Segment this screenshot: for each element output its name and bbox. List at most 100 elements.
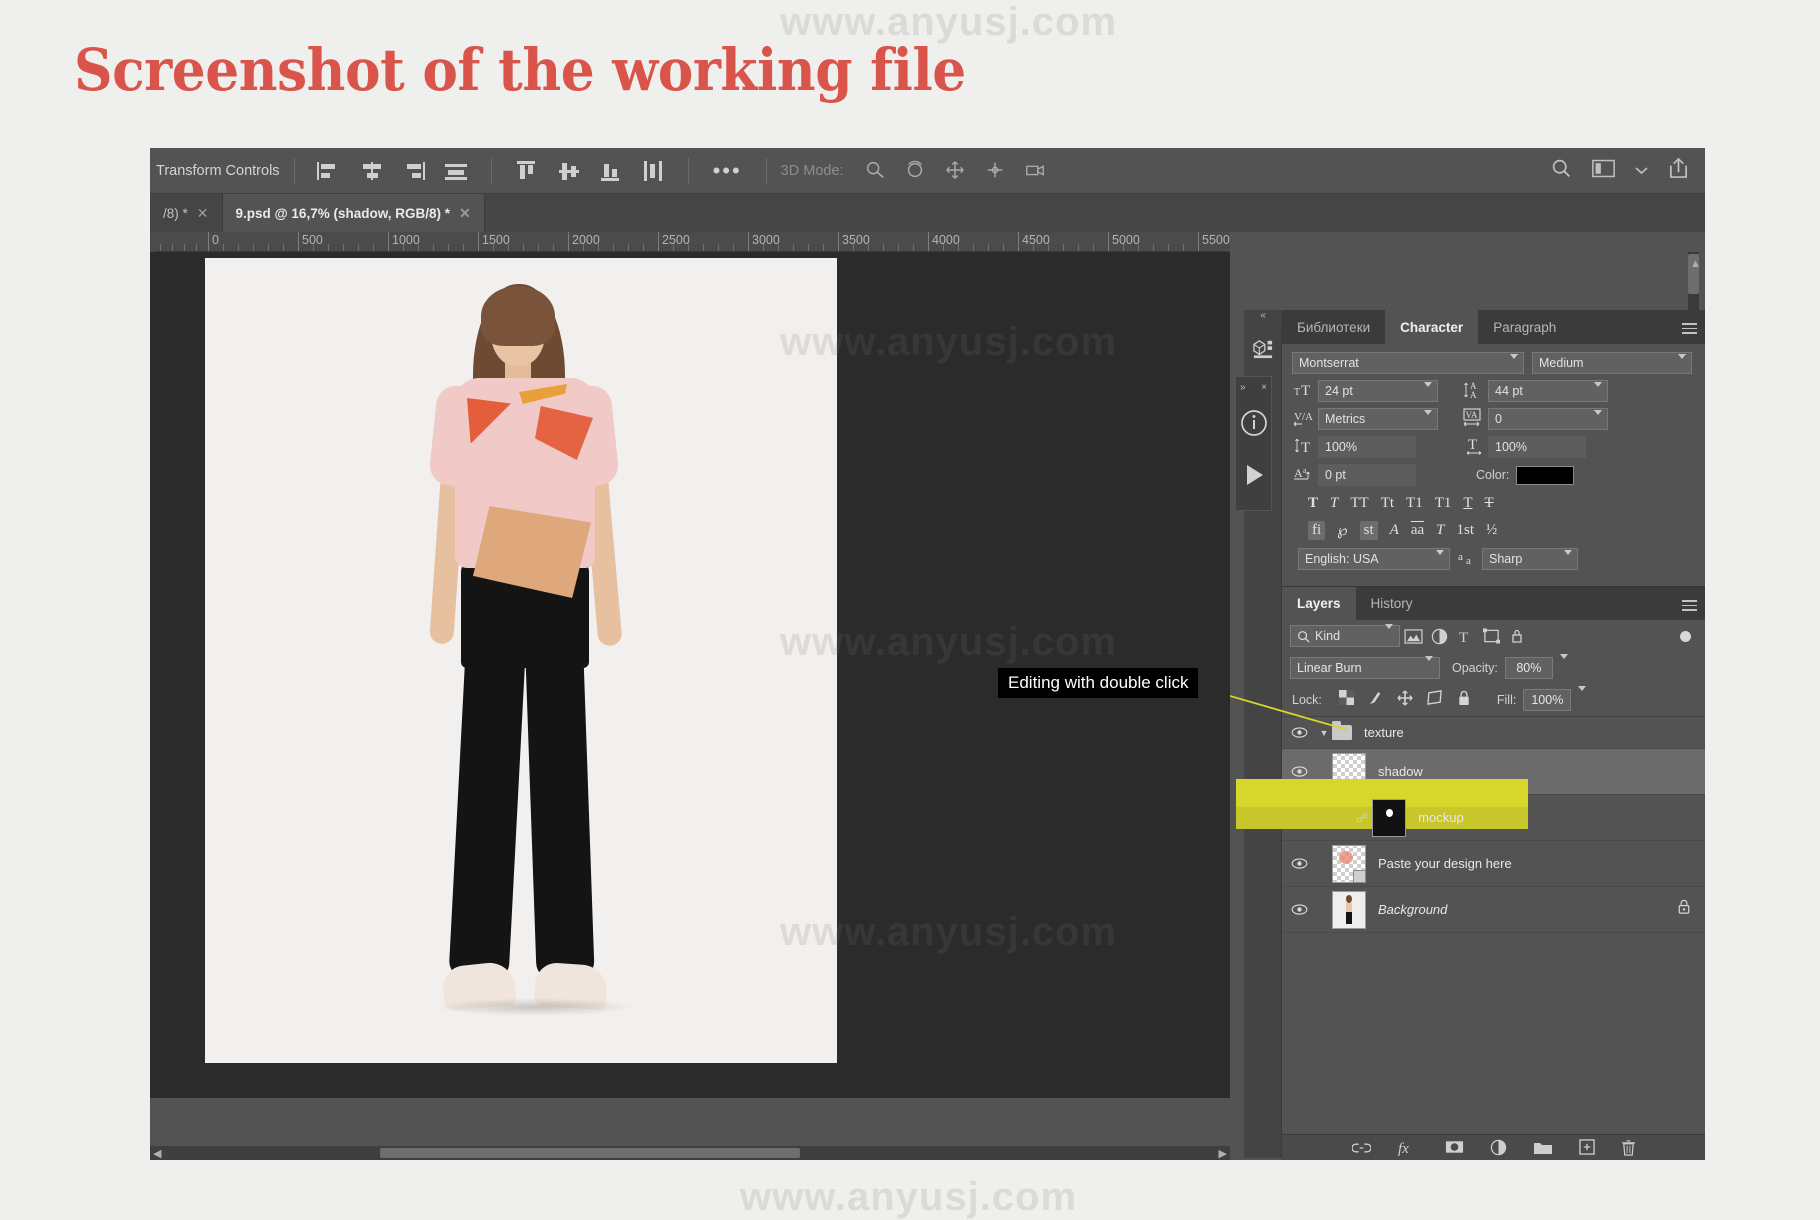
layers-panel-menu-icon[interactable] bbox=[1682, 597, 1697, 614]
faux-bold-button[interactable]: T bbox=[1308, 495, 1318, 512]
chevron-left-icon[interactable]: ◀ bbox=[153, 1147, 161, 1160]
panel-menu-icon[interactable] bbox=[1682, 320, 1697, 337]
text-color-swatch[interactable] bbox=[1516, 465, 1575, 485]
opacity-chevron-icon[interactable] bbox=[1559, 654, 1568, 677]
slide-3d-icon[interactable] bbox=[983, 159, 1009, 183]
align-top-edges-icon[interactable] bbox=[514, 160, 540, 182]
small-caps-button[interactable]: Tt bbox=[1381, 495, 1394, 512]
layer-mask-thumbnail[interactable] bbox=[1372, 798, 1407, 837]
kerning-field[interactable]: Metrics bbox=[1318, 408, 1438, 430]
canvas-horizontal-scrollbar[interactable]: ◀ ▶ bbox=[150, 1146, 1230, 1160]
close-icon[interactable]: × bbox=[1261, 382, 1267, 393]
eye-icon[interactable] bbox=[1282, 904, 1316, 915]
new-group-icon[interactable] bbox=[1533, 1140, 1553, 1160]
roll-3d-icon[interactable] bbox=[903, 159, 929, 183]
lock-artboard-icon[interactable] bbox=[1427, 690, 1443, 710]
all-caps-button[interactable]: TT bbox=[1350, 495, 1368, 512]
align-right-edges-icon[interactable] bbox=[401, 160, 427, 182]
search-icon[interactable] bbox=[1551, 158, 1572, 184]
blend-mode-select[interactable]: Linear Burn bbox=[1290, 656, 1440, 679]
strikethrough-button[interactable]: T bbox=[1485, 495, 1494, 512]
distribute-vertically-icon[interactable] bbox=[640, 160, 666, 182]
leading-field[interactable]: 44 pt bbox=[1488, 380, 1608, 402]
layer-name[interactable]: mockup bbox=[1418, 810, 1464, 825]
share-icon[interactable] bbox=[1668, 157, 1689, 184]
layer-name[interactable]: Paste your design here bbox=[1378, 856, 1512, 871]
standard-ligatures-button[interactable]: fi bbox=[1308, 521, 1326, 540]
chevron-right-icon[interactable]: ▶ bbox=[1219, 1147, 1227, 1160]
adjustment-layer-icon[interactable] bbox=[1490, 1139, 1507, 1161]
orbit-3d-icon[interactable] bbox=[863, 159, 889, 183]
tab-layers[interactable]: Layers bbox=[1282, 587, 1356, 620]
discretionary-ligatures-button[interactable]: st bbox=[1359, 521, 1378, 540]
layer-name[interactable]: Background bbox=[1378, 902, 1447, 917]
layer-thumbnail[interactable] bbox=[1332, 890, 1366, 929]
tab-history[interactable]: History bbox=[1355, 587, 1428, 620]
scrollbar-thumb[interactable] bbox=[380, 1148, 800, 1158]
align-left-edges-icon[interactable] bbox=[316, 160, 343, 182]
eye-icon[interactable] bbox=[1282, 858, 1316, 869]
layer-name[interactable]: shadow bbox=[1378, 764, 1423, 779]
layer-thumbnail[interactable] bbox=[1332, 844, 1366, 883]
tab-paragraph[interactable]: Paragraph bbox=[1478, 310, 1572, 344]
font-family-field[interactable]: Montserrat bbox=[1292, 352, 1524, 374]
subscript-button[interactable]: T1 bbox=[1435, 495, 1452, 512]
eye-icon[interactable] bbox=[1282, 766, 1316, 777]
horizontal-ruler[interactable]: 0 500 1000 1500 2000 2500 3000 3500 4000… bbox=[150, 232, 1230, 252]
titling-alternates-button[interactable]: T bbox=[1436, 522, 1444, 539]
more-options-button[interactable]: ••• bbox=[713, 159, 742, 181]
layer-style-fx-icon[interactable]: fx bbox=[1397, 1139, 1419, 1161]
tab-character[interactable]: Character bbox=[1385, 310, 1479, 344]
new-layer-icon[interactable] bbox=[1578, 1139, 1595, 1160]
chevron-down-icon[interactable] bbox=[1635, 162, 1648, 180]
close-icon[interactable]: ✕ bbox=[197, 205, 209, 222]
layer-filter-kind[interactable]: Kind bbox=[1290, 624, 1400, 647]
shape-filter-icon[interactable] bbox=[1478, 625, 1504, 647]
link-layers-icon[interactable] bbox=[1350, 1141, 1372, 1159]
lock-all-icon[interactable] bbox=[1457, 690, 1471, 711]
chevron-up-icon[interactable]: ▲ bbox=[1690, 258, 1701, 270]
layer-mask-icon[interactable] bbox=[1445, 1140, 1464, 1159]
baseline-shift-field[interactable]: 0 pt bbox=[1318, 464, 1416, 486]
lock-position-icon[interactable] bbox=[1397, 689, 1413, 711]
align-bottom-edges-icon[interactable] bbox=[598, 160, 624, 182]
swash-button[interactable]: A bbox=[1390, 522, 1399, 539]
delete-layer-icon[interactable] bbox=[1621, 1139, 1636, 1161]
lock-image-icon[interactable] bbox=[1368, 690, 1383, 711]
horizontal-scale-field[interactable]: 100% bbox=[1488, 436, 1586, 458]
layer-row-paste-design[interactable]: Paste your design here bbox=[1282, 841, 1705, 887]
document-tab-active[interactable]: 9.psd @ 16,7% (shadow, RGB/8) * ✕ bbox=[222, 194, 485, 232]
smartobject-filter-icon[interactable] bbox=[1504, 625, 1530, 647]
superscript-button[interactable]: T1 bbox=[1406, 495, 1423, 512]
underline-button[interactable]: T bbox=[1463, 495, 1472, 512]
close-icon[interactable]: ✕ bbox=[459, 205, 471, 222]
opacity-field[interactable]: 80% bbox=[1504, 657, 1553, 679]
align-horizontal-centers-icon[interactable] bbox=[359, 160, 385, 182]
3d-panel-icon[interactable] bbox=[1244, 326, 1282, 372]
font-style-field[interactable]: Medium bbox=[1532, 352, 1692, 374]
contextual-alternates-button[interactable]: ℘ bbox=[1337, 521, 1347, 540]
adjustment-filter-icon[interactable] bbox=[1426, 625, 1452, 647]
language-field[interactable]: English: USA bbox=[1298, 548, 1450, 570]
faux-italic-button[interactable]: T bbox=[1330, 495, 1338, 512]
distribute-horizontally-icon[interactable] bbox=[443, 160, 469, 182]
artboard[interactable] bbox=[205, 258, 837, 1063]
document-tab[interactable]: /8) * ✕ bbox=[150, 194, 223, 232]
pan-3d-icon[interactable] bbox=[943, 159, 969, 183]
info-icon[interactable] bbox=[1236, 397, 1271, 449]
dock-collapse-button[interactable]: « bbox=[1244, 310, 1282, 326]
vertical-scale-field[interactable]: 100% bbox=[1318, 436, 1416, 458]
layer-row-background[interactable]: Background bbox=[1282, 887, 1705, 933]
font-size-field[interactable]: 24 pt bbox=[1318, 380, 1438, 402]
tracking-field[interactable]: 0 bbox=[1488, 408, 1608, 430]
workspace-icon[interactable] bbox=[1592, 159, 1615, 183]
expand-icon[interactable]: » bbox=[1240, 382, 1246, 393]
mask-link-icon[interactable]: ☍ bbox=[1356, 811, 1368, 825]
fill-chevron-icon[interactable] bbox=[1578, 686, 1587, 709]
ordinals-button[interactable]: 1st bbox=[1457, 522, 1475, 539]
filter-toggle-switch[interactable] bbox=[1680, 630, 1691, 642]
oldstyle-button[interactable]: aa bbox=[1411, 522, 1424, 539]
antialias-field[interactable]: Sharp bbox=[1482, 548, 1578, 570]
fractions-button[interactable]: ½ bbox=[1486, 522, 1497, 539]
camera-3d-icon[interactable] bbox=[1023, 159, 1049, 183]
